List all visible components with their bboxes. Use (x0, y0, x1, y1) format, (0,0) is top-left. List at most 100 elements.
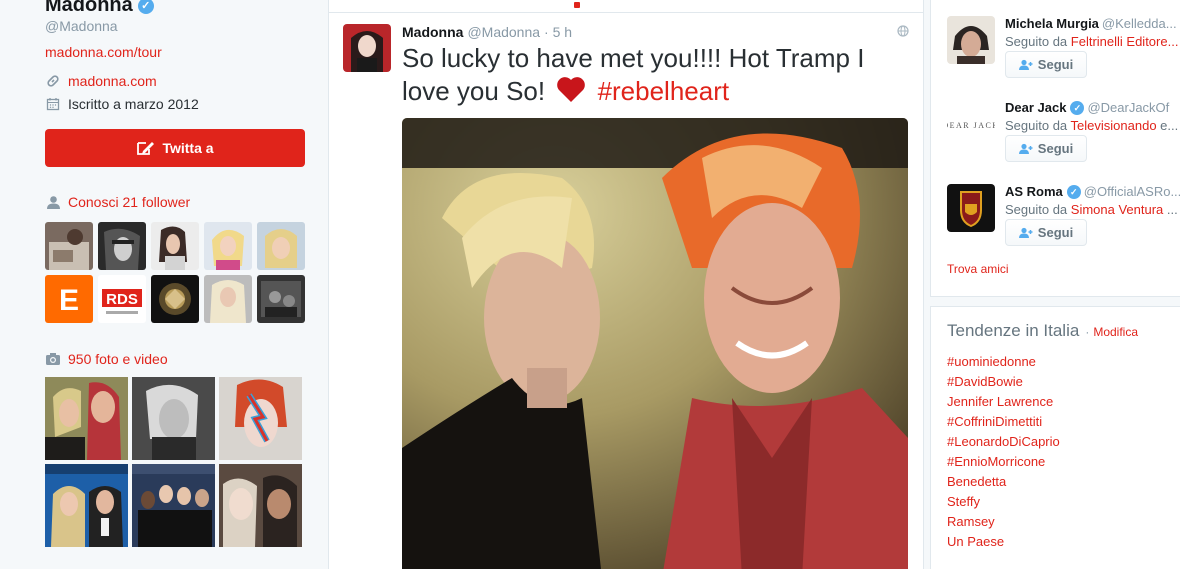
tweet-timestamp[interactable]: · 5 h (544, 24, 572, 40)
photo-thumb[interactable] (132, 377, 215, 460)
trend-item[interactable]: Benedetta (947, 472, 1060, 492)
suggestion-name[interactable]: Michela Murgia (1005, 16, 1099, 31)
trend-link[interactable]: #DavidBowie (947, 374, 1023, 389)
globe-icon (897, 25, 909, 37)
trends-separator: · (1085, 325, 1090, 339)
rds-logo-text: RDS (106, 291, 138, 308)
photos-header[interactable]: 950 foto e video (45, 351, 168, 367)
trend-item[interactable]: #EnnioMorricone (947, 452, 1060, 472)
follower-thumb[interactable] (204, 222, 252, 270)
follow-button-label: Segui (1037, 57, 1074, 72)
suggestion-handle[interactable]: @DearJackOf (1087, 100, 1169, 115)
suggestion-followed-by: Seguito da Feltrinelli Editore... (1005, 34, 1180, 49)
add-user-icon (1018, 143, 1033, 154)
suggestion-name-row: AS Roma ✓ @OfficialASRo... (1005, 184, 1180, 199)
followers-thumb-grid: E RDS (45, 222, 305, 323)
profile-name[interactable]: Madonna (45, 0, 133, 17)
follower-thumb[interactable] (151, 275, 199, 323)
trend-item[interactable]: Un Paese (947, 532, 1060, 552)
follow-button-label: Segui (1037, 225, 1074, 240)
followers-you-know-link[interactable]: Conosci 21 follower (68, 194, 190, 210)
top-strip (329, 0, 923, 13)
photo-thumb[interactable] (45, 464, 128, 547)
suggestion-name-row: Dear Jack ✓ @DearJackOf (1005, 100, 1180, 115)
suggestion-name[interactable]: Dear Jack (1005, 100, 1066, 115)
followed-by-suffix: e... (1156, 118, 1179, 133)
followed-by-link[interactable]: Televisionando (1071, 118, 1157, 133)
website-link[interactable]: madonna.com (68, 73, 157, 89)
trend-link[interactable]: Benedetta (947, 474, 1006, 489)
photo-thumb[interactable] (45, 377, 128, 460)
follower-thumb[interactable]: RDS (98, 275, 146, 323)
trend-item[interactable]: #CoffriniDimettiti (947, 412, 1060, 432)
bio-url-link[interactable]: madonna.com/tour (45, 44, 162, 60)
trend-link[interactable]: Ramsey (947, 514, 995, 529)
followed-by-suffix: ... (1163, 202, 1178, 217)
caret-icon (574, 2, 580, 8)
follow-button[interactable]: Segui (1005, 135, 1087, 162)
trend-item[interactable]: #LeonardoDiCaprio (947, 432, 1060, 452)
trend-link[interactable]: #uominiedonne (947, 354, 1036, 369)
follower-thumb[interactable] (45, 222, 93, 270)
suggestion-handle[interactable]: @Kelledda... (1102, 16, 1177, 31)
follower-thumb[interactable] (151, 222, 199, 270)
trend-link[interactable]: Un Paese (947, 534, 1004, 549)
suggestion-avatar[interactable] (947, 16, 995, 64)
follower-thumb[interactable]: E (45, 275, 93, 323)
tweet-to-button[interactable]: Twitta a (45, 129, 305, 167)
trend-list: #uominiedonne #DavidBowie Jennifer Lawre… (947, 352, 1060, 552)
suggestion-followed-by: Seguito da Televisionando e... (1005, 118, 1180, 133)
camera-icon (45, 351, 61, 367)
trend-item[interactable]: #DavidBowie (947, 372, 1060, 392)
trends-change-link[interactable]: Modifica (1093, 325, 1138, 339)
trend-link[interactable]: #CoffriniDimettiti (947, 414, 1042, 429)
trend-link[interactable]: #LeonardoDiCaprio (947, 434, 1060, 449)
e-logo-text: E (59, 284, 79, 317)
add-user-icon (1018, 59, 1033, 70)
trend-link[interactable]: Jennifer Lawrence (947, 394, 1053, 409)
photo-grid (45, 377, 302, 547)
follower-thumb[interactable] (204, 275, 252, 323)
dear-jack-logo-text: DEAR JACK (947, 121, 995, 130)
photo-thumb[interactable] (132, 464, 215, 547)
verified-badge-icon: ✓ (137, 0, 154, 14)
verified-badge-icon: ✓ (1066, 184, 1081, 199)
follow-button[interactable]: Segui (1005, 51, 1087, 78)
follower-thumb[interactable] (98, 222, 146, 270)
trend-item[interactable]: Steffy (947, 492, 1060, 512)
trend-item[interactable]: Jennifer Lawrence (947, 392, 1060, 412)
tweet-author-name[interactable]: Madonna (402, 24, 463, 40)
followed-by-link[interactable]: Feltrinelli Editore... (1071, 34, 1179, 49)
followed-by-link[interactable]: Simona Ventura (1071, 202, 1164, 217)
trends-header: Tendenze in Italia · Modifica (947, 321, 1138, 341)
trend-link[interactable]: Steffy (947, 494, 980, 509)
followers-you-know-header[interactable]: Conosci 21 follower (45, 194, 190, 210)
heart-emoji-icon (557, 77, 586, 102)
photo-thumb[interactable] (219, 377, 302, 460)
calendar-icon (45, 96, 61, 112)
trend-item[interactable]: Ramsey (947, 512, 1060, 532)
trend-item[interactable]: #uominiedonne (947, 352, 1060, 372)
user-icon (45, 194, 61, 210)
trend-link[interactable]: #EnnioMorricone (947, 454, 1045, 469)
follower-thumb[interactable] (257, 275, 305, 323)
compose-icon (137, 142, 155, 155)
suggestion-name[interactable]: AS Roma (1005, 184, 1063, 199)
follow-button[interactable]: Segui (1005, 219, 1087, 246)
tweet-hashtag-link[interactable]: #rebelheart (598, 76, 730, 106)
tweet-to-label: Twitta a (162, 140, 214, 156)
photo-thumb[interactable] (219, 464, 302, 547)
tweet-author-handle[interactable]: @Madonna (467, 24, 540, 40)
suggestion-avatar[interactable]: DEAR JACK (947, 100, 995, 148)
suggestion-avatar[interactable] (947, 184, 995, 232)
find-friends-link[interactable]: Trova amici (947, 262, 1009, 276)
suggestion-handle[interactable]: @OfficialASRo... (1084, 184, 1180, 199)
verified-badge-icon: ✓ (1070, 100, 1085, 115)
trends-card: Tendenze in Italia · Modifica #uominiedo… (930, 306, 1180, 569)
tweet-photo[interactable] (402, 118, 908, 569)
follower-thumb[interactable] (257, 222, 305, 270)
profile-handle[interactable]: @Madonna (45, 18, 118, 34)
tweet-author-avatar[interactable] (343, 24, 391, 72)
photos-videos-link[interactable]: 950 foto e video (68, 351, 168, 367)
add-user-icon (1018, 227, 1033, 238)
